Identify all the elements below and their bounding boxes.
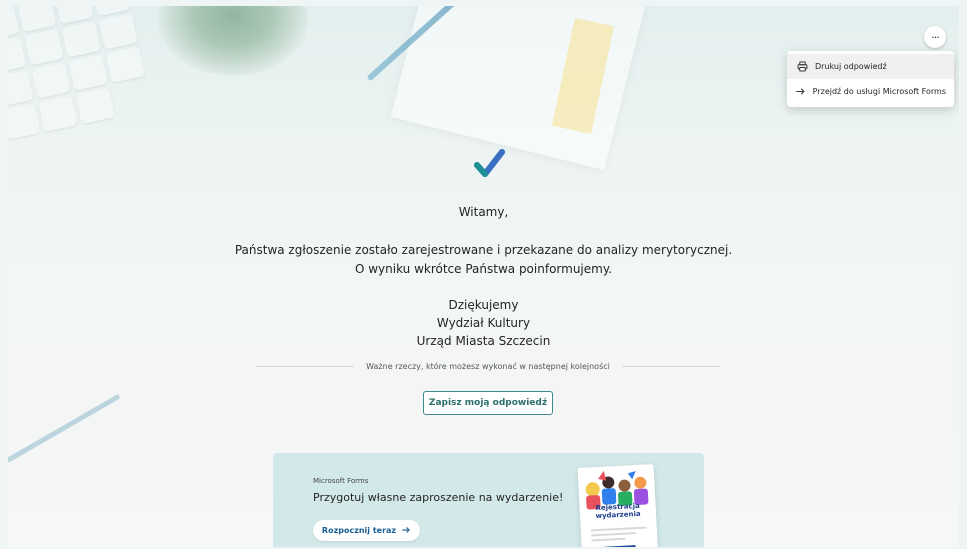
form-confirmation-page: ··· Drukuj odpowiedź Przejdź do usługi M… <box>8 6 959 547</box>
promo-title: Przygotuj własne zaproszenie na wydarzen… <box>313 491 564 504</box>
poster-button <box>603 545 637 547</box>
office-text: Urząd Miasta Szczecin <box>416 334 551 348</box>
options-menu: Drukuj odpowiedź Przejdź do usługi Micro… <box>787 51 954 107</box>
more-options-button[interactable]: ··· <box>924 26 946 48</box>
department-text: Wydział Kultury <box>436 316 531 330</box>
confirmation-message-line1: Państwa zgłoszenie zostało zarejestrowan… <box>234 243 733 257</box>
poster-title: Rejestracja wydarzenia <box>595 501 641 520</box>
plant-decoration <box>158 6 308 76</box>
keyboard-decoration <box>8 6 176 197</box>
printer-icon <box>795 61 809 72</box>
event-registration-poster: Rejestracja wydarzenia <box>577 464 659 547</box>
divider-line <box>621 366 720 367</box>
start-now-label: Rozpocznij teraz <box>321 526 397 535</box>
arrow-right-icon <box>401 525 411 537</box>
menu-item-print-response[interactable]: Drukuj odpowiedź <box>787 54 954 79</box>
pencil-decoration <box>8 393 121 464</box>
poster-text-lines <box>590 526 648 545</box>
menu-item-label: Przejdź do usługi Microsoft Forms <box>812 87 946 96</box>
arrow-right-icon <box>795 86 807 97</box>
next-steps-label: Ważne rzeczy, które możesz wykonać w nas… <box>366 362 610 371</box>
greeting-text: Witamy, <box>458 205 509 219</box>
save-response-button[interactable]: Zapisz moją odpowiedź <box>423 391 553 415</box>
promo-card: Microsoft Forms Przygotuj własne zaprosz… <box>273 453 704 547</box>
divider-line <box>256 366 355 367</box>
thanks-text: Dziękujemy <box>448 298 519 312</box>
checkmark-icon <box>474 149 505 177</box>
menu-item-open-microsoft-forms[interactable]: Przejdź do usługi Microsoft Forms <box>787 79 954 104</box>
next-steps-divider: Ważne rzeczy, które możesz wykonać w nas… <box>256 362 720 371</box>
menu-item-label: Drukuj odpowiedź <box>815 62 887 71</box>
promo-brand: Microsoft Forms <box>313 477 369 485</box>
start-now-button[interactable]: Rozpocznij teraz <box>313 520 420 541</box>
confirmation-message-line2: O wyniku wkrótce Państwa poinformujemy. <box>354 262 613 276</box>
